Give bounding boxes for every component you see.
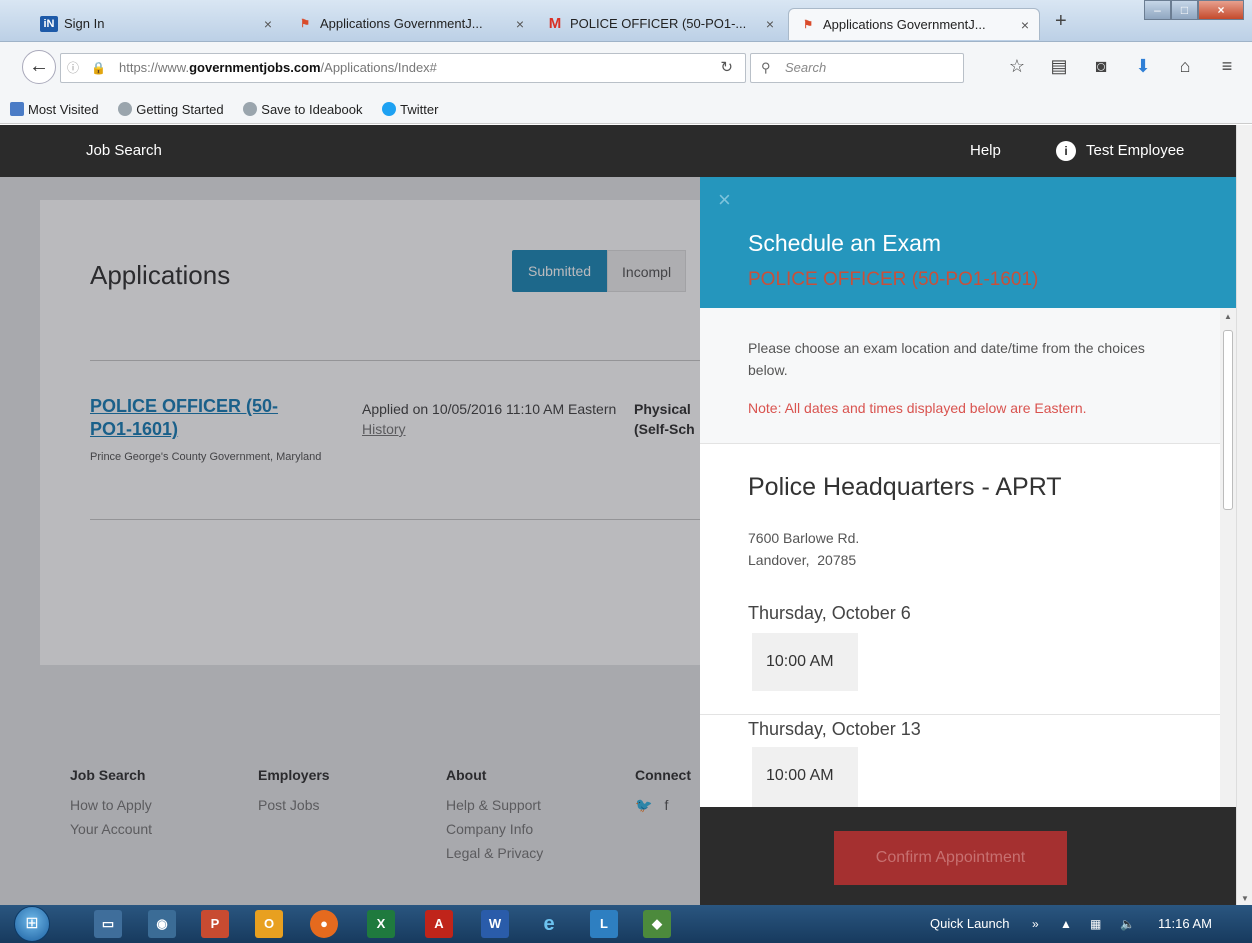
flag-icon: ⚑ (803, 19, 813, 31)
chevron-right-icon[interactable]: » (1032, 905, 1039, 943)
url-text: https://www.governmentjobs.com/Applicati… (119, 60, 437, 75)
close-icon[interactable]: × (516, 8, 524, 40)
scroll-down-icon[interactable]: ▼ (1237, 894, 1252, 903)
bookmark-most-visited[interactable]: Most Visited (10, 102, 107, 117)
network-app-icon[interactable]: ◆ (643, 910, 671, 938)
confirm-appointment-button[interactable]: Confirm Appointment (834, 831, 1067, 885)
toolbar-icons: ☆ ▤ ◙ ⬇ ⌂ ≡ (996, 56, 1248, 77)
globe-icon (243, 102, 258, 116)
word-icon[interactable]: W (481, 910, 509, 938)
page-scrollbar[interactable]: ▼ (1236, 125, 1252, 905)
time-slot-button[interactable]: 10:00 AM (752, 633, 858, 691)
gmail-icon: M (548, 15, 562, 32)
acrobat-icon[interactable]: A (425, 910, 453, 938)
maximize-button[interactable]: □ (1171, 0, 1198, 20)
window-close-button[interactable]: × (1198, 0, 1244, 20)
site-nav: Job Search Help i Test Employee (0, 125, 1236, 177)
indeed-icon: iN (40, 16, 58, 32)
lync-icon[interactable]: L (590, 910, 618, 938)
tab-title: Applications GovernmentJ... (823, 17, 986, 32)
panel-title: Schedule an Exam (748, 230, 942, 256)
panel-subtitle: POLICE OFFICER (50-PO1-1601) (748, 269, 1039, 290)
clock[interactable]: 11:16 AM (1158, 905, 1228, 943)
minimize-button[interactable]: – (1144, 0, 1171, 20)
lock-icon: 🔒 (91, 61, 106, 75)
start-button[interactable]: ⊞ (14, 906, 50, 942)
schedule-exam-panel: × Schedule an Exam POLICE OFFICER (50-PO… (700, 177, 1236, 905)
home-icon[interactable]: ⌂ (1164, 56, 1206, 77)
browser-tab-strip: iN Sign In × ⚑ Applications GovernmentJ.… (0, 0, 1252, 42)
outlook-icon[interactable]: O (255, 910, 283, 938)
menu-icon[interactable]: ≡ (1206, 56, 1248, 77)
window-controls: – □ × (1144, 0, 1244, 22)
address-bar[interactable]: ⓘ 🔒 https://www.governmentjobs.com/Appli… (60, 53, 746, 83)
tab-police-officer[interactable]: M POLICE OFFICER (50-PO1-... × (536, 8, 784, 40)
firefox-icon[interactable]: ● (310, 910, 338, 938)
search-icon: ⚲ (761, 60, 771, 75)
download-icon[interactable]: ⬇ (1122, 56, 1164, 77)
folder-icon (10, 102, 24, 116)
panel-scrollbar[interactable]: ▲ (1220, 308, 1236, 807)
scrollbar-thumb[interactable] (1223, 330, 1233, 510)
tab-applications-1[interactable]: ⚑ Applications GovernmentJ... × (286, 8, 534, 40)
tab-sign-in[interactable]: iN Sign In × (30, 8, 282, 40)
panel-header: × Schedule an Exam POLICE OFFICER (50-PO… (700, 177, 1236, 308)
reload-icon[interactable]: ↻ (720, 54, 733, 82)
quick-launch[interactable]: Quick Launch (930, 905, 1010, 943)
time-slot-button[interactable]: 10:00 AM (752, 747, 858, 807)
tab-applications-active[interactable]: ⚑ Applications GovernmentJ... × (788, 8, 1040, 40)
flag-icon: ⚑ (300, 18, 310, 30)
bookmarks-bar: Most Visited Getting Started Save to Ide… (0, 98, 1252, 124)
tray-arrow-icon[interactable]: ▲ (1060, 905, 1072, 943)
twitter-icon (382, 102, 397, 116)
volume-icon[interactable]: 🔈 (1120, 905, 1135, 943)
browser-navbar: ← ⓘ 🔒 https://www.governmentjobs.com/App… (0, 42, 1252, 98)
modal-backdrop[interactable] (0, 177, 700, 905)
page-content: Job Search Help i Test Employee Applicati… (0, 125, 1236, 905)
scroll-up-icon[interactable]: ▲ (1220, 312, 1236, 321)
close-icon[interactable]: × (264, 8, 272, 40)
timezone-note: Note: All dates and times displayed belo… (748, 400, 1087, 416)
close-icon[interactable]: × (718, 187, 731, 213)
nav-job-search[interactable]: Job Search (86, 125, 162, 177)
exam-date: Thursday, October 13 (748, 719, 921, 739)
bookmark-save-to-ideabook[interactable]: Save to Ideabook (243, 102, 370, 117)
location-address: 7600 Barlowe Rd. Landover, 20785 (748, 530, 860, 568)
search-input[interactable]: ⚲ Search (750, 53, 964, 83)
powerpoint-icon[interactable]: P (201, 910, 229, 938)
pocket-icon[interactable]: ◙ (1080, 56, 1122, 77)
excel-icon[interactable]: X (367, 910, 395, 938)
tab-title: POLICE OFFICER (50-PO1-... (570, 16, 747, 31)
bookmark-twitter[interactable]: Twitter (382, 102, 446, 117)
globe-icon (118, 102, 133, 116)
location-name: Police Headquarters - APRT (748, 473, 1062, 501)
tab-title: Applications GovernmentJ... (320, 16, 483, 31)
tab-title: Sign In (64, 16, 105, 31)
exam-date: Thursday, October 6 (748, 603, 911, 623)
new-tab-button[interactable]: + (1055, 10, 1067, 33)
close-icon[interactable]: × (1021, 9, 1029, 40)
network-icon[interactable]: ▦ (1090, 905, 1101, 943)
chrome-icon[interactable]: ◉ (148, 910, 176, 938)
nav-help[interactable]: Help (970, 125, 1001, 177)
explorer-icon[interactable]: ▭ (94, 910, 122, 938)
internet-explorer-icon[interactable]: e (535, 910, 563, 938)
windows-taskbar: ⊞ ▭ ◉ P O ● X A W e L ◆ Quick Launch » ▲… (0, 905, 1252, 943)
reading-list-icon[interactable]: ▤ (1038, 56, 1080, 77)
bookmark-star-icon[interactable]: ☆ (996, 56, 1038, 77)
panel-intro: Please choose an exam location and date/… (700, 308, 1220, 444)
divider (700, 714, 1220, 715)
user-icon: i (1056, 141, 1076, 161)
intro-text: Please choose an exam location and date/… (748, 340, 1145, 378)
user-menu[interactable]: i Test Employee (1056, 125, 1184, 177)
close-icon[interactable]: × (766, 8, 774, 40)
info-icon[interactable]: ⓘ (67, 54, 79, 82)
back-button[interactable]: ← (22, 50, 56, 84)
bookmark-getting-started[interactable]: Getting Started (118, 102, 231, 117)
panel-footer: Confirm Appointment (700, 807, 1236, 905)
